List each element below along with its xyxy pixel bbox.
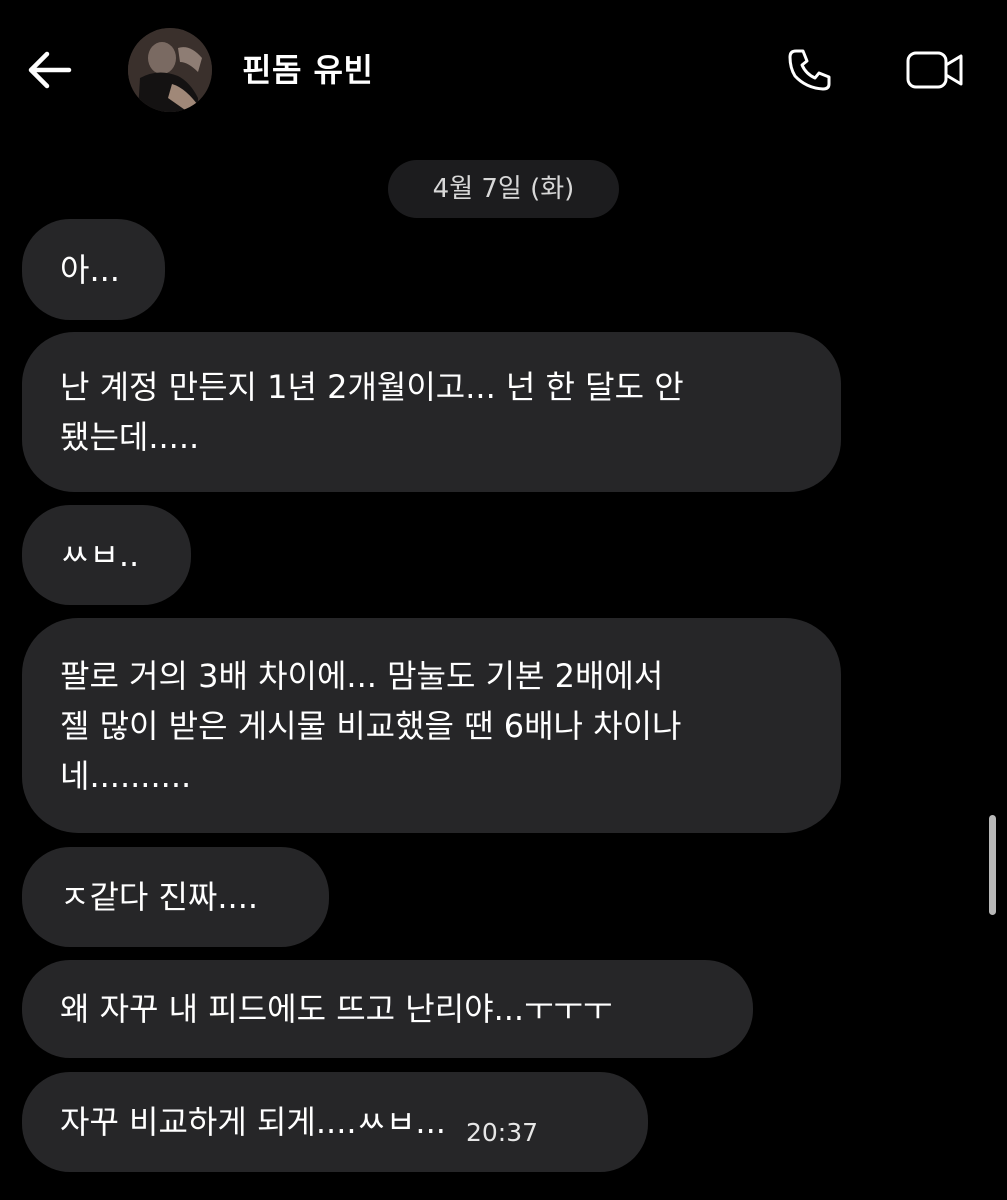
- message-bubble[interactable]: 난 계정 만든지 1년 2개월이고... 넌 한 달도 안 됐는데.....: [22, 332, 841, 492]
- video-call-button[interactable]: [902, 44, 968, 100]
- message-bubble[interactable]: 왜 자꾸 내 피드에도 뜨고 난리야...ㅜㅜㅜ: [22, 960, 753, 1058]
- chat-screen: 핀돔 유빈 4월 7일 (화) 아... 난 계정 만든지 1년 2개월이고..…: [0, 0, 1007, 1200]
- video-camera-icon: [905, 49, 965, 95]
- message-text: 자꾸 비교하게 되게....ㅆㅂ...: [60, 1103, 446, 1141]
- message-timestamp: 20:37: [465, 1118, 538, 1147]
- date-separator: 4월 7일 (화): [388, 160, 619, 218]
- avatar[interactable]: [128, 28, 212, 112]
- chat-header: 핀돔 유빈: [0, 0, 1007, 140]
- phone-icon: [786, 46, 834, 98]
- message-text: ㅆㅂ..: [60, 536, 140, 574]
- message-text: 왜 자꾸 내 피드에도 뜨고 난리야...ㅜㅜㅜ: [60, 990, 613, 1028]
- message-bubble[interactable]: 아...: [22, 219, 165, 320]
- call-button[interactable]: [782, 44, 838, 100]
- arrow-left-icon: [27, 50, 73, 94]
- message-text: 아...: [60, 250, 120, 289]
- message-bubble[interactable]: ㅆㅂ..: [22, 505, 191, 605]
- message-text: 난 계정 만든지 1년 2개월이고... 넌 한 달도 안 됐는데.....: [60, 368, 684, 456]
- scrollbar[interactable]: [989, 815, 996, 915]
- message-bubble[interactable]: 팔로 거의 3배 차이에... 맘눌도 기본 2배에서 젤 많이 받은 게시물 …: [22, 618, 841, 833]
- message-bubble[interactable]: ㅈ같다 진짜....: [22, 847, 329, 947]
- back-button[interactable]: [22, 46, 78, 98]
- message-text: ㅈ같다 진짜....: [60, 878, 259, 916]
- message-bubble[interactable]: 자꾸 비교하게 되게....ㅆㅂ... 20:37: [22, 1072, 648, 1172]
- contact-name[interactable]: 핀돔 유빈: [242, 50, 373, 90]
- message-text: 팔로 거의 3배 차이에... 맘눌도 기본 2배에서 젤 많이 받은 게시물 …: [60, 656, 682, 795]
